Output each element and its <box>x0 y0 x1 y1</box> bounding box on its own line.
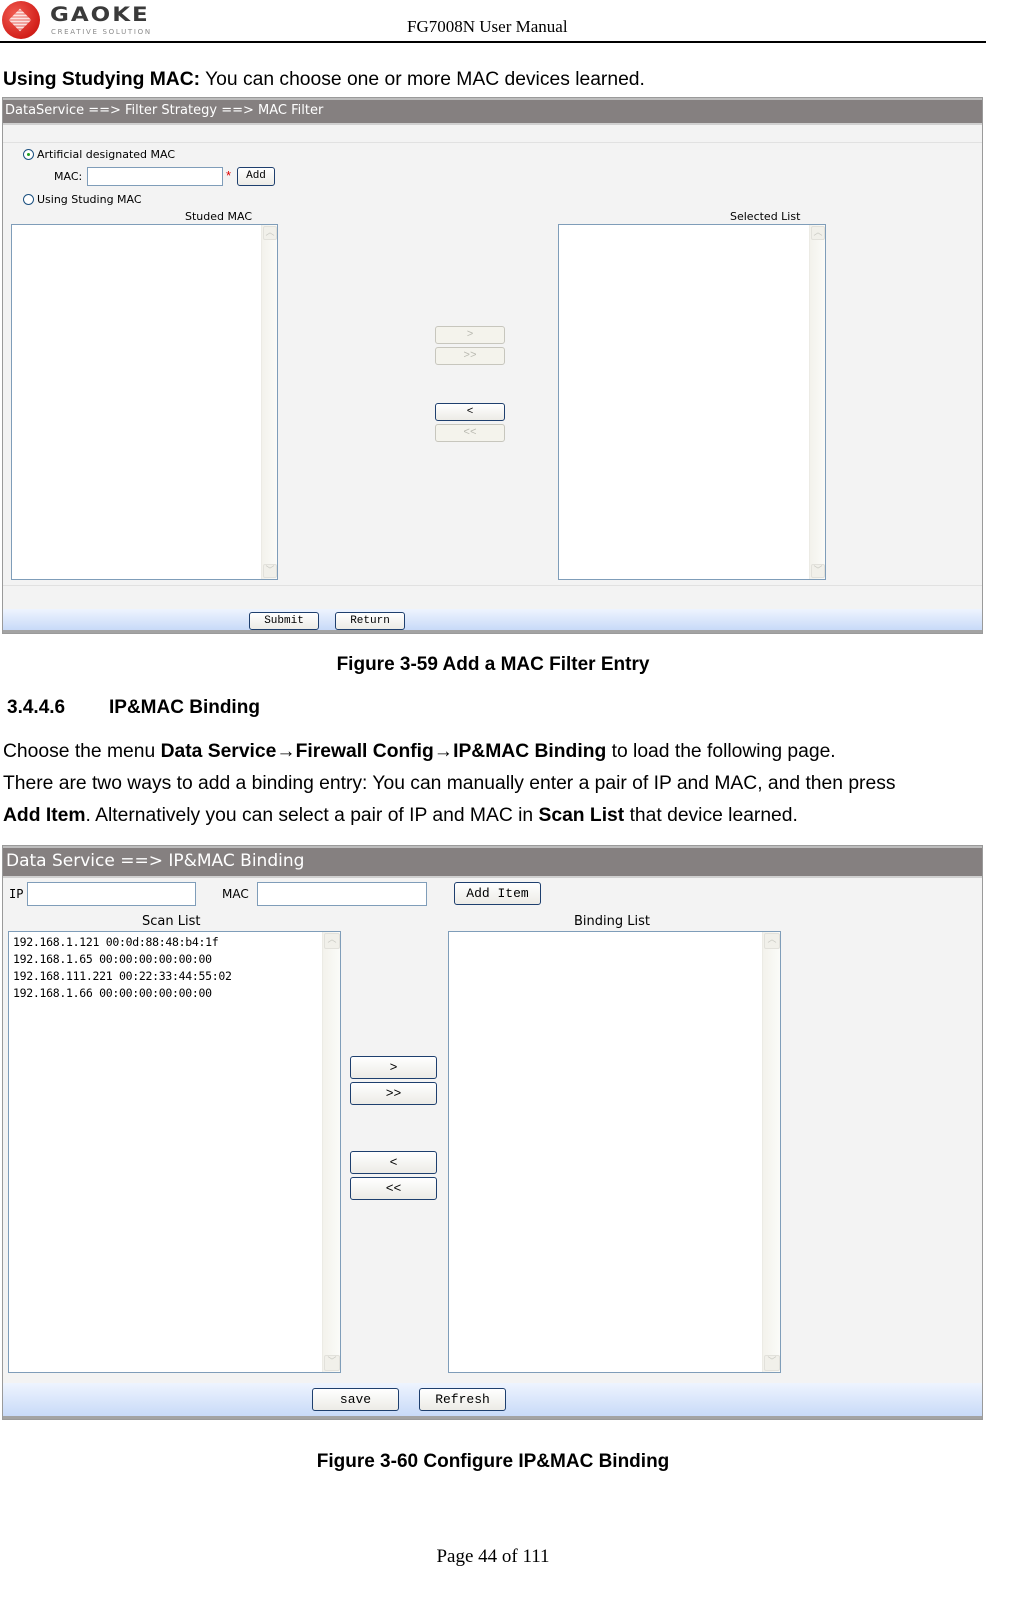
scrollbar[interactable]: ︿ ﹀ <box>762 932 780 1372</box>
page-number: Page 44 of 111 <box>436 1546 550 1567</box>
divider <box>3 585 982 586</box>
scrollbar[interactable]: ︿ ﹀ <box>809 225 825 579</box>
move-left-button[interactable]: < <box>350 1151 437 1174</box>
page-header: GAOKE CREATIVE SOLUTION FG7008N User Man… <box>0 0 986 43</box>
binding-list[interactable]: ︿ ﹀ <box>448 931 781 1373</box>
ip-mac-binding-screenshot: Data Service ==> IP&MAC Binding IP MAC A… <box>2 845 983 1420</box>
mac-label: MAC: <box>54 170 83 183</box>
studied-mac-list[interactable]: ︿ ﹀ <box>11 224 278 580</box>
move-right-button[interactable]: > <box>435 326 505 344</box>
move-all-left-button[interactable]: << <box>350 1177 437 1200</box>
divider <box>3 142 982 143</box>
radio-studied-mac[interactable] <box>23 194 34 205</box>
action-bar <box>3 609 982 633</box>
mac-input[interactable] <box>257 882 427 906</box>
required-marker: * <box>226 168 232 183</box>
section-heading: 3.4.4.6 IP&MAC Binding <box>7 697 260 719</box>
scan-list-item[interactable]: 192.168.1.121 00:0d:88:48:b4:1f <box>9 934 340 951</box>
section-number: 3.4.4.6 <box>7 697 66 718</box>
figure-3-59-caption: Figure 3-59 Add a MAC Filter Entry <box>336 654 650 675</box>
scan-list-rows: 192.168.1.121 00:0d:88:48:b4:1f 192.168.… <box>9 932 340 1002</box>
move-all-right-button[interactable]: >> <box>435 347 505 365</box>
company-logo: GAOKE CREATIVE SOLUTION <box>2 1 162 39</box>
scan-list-item[interactable]: 192.168.1.66 00:00:00:00:00:00 <box>9 985 340 1002</box>
intro-bold: Using Studying MAC: <box>3 69 201 90</box>
figure-3-60-caption: Figure 3-60 Configure IP&MAC Binding <box>316 1451 670 1472</box>
body-line-1: Choose the menu Data Service→Firewall Co… <box>3 741 836 762</box>
scrollbar[interactable]: ︿ ﹀ <box>322 932 340 1372</box>
scan-list-item[interactable]: 192.168.1.65 00:00:00:00:00:00 <box>9 951 340 968</box>
scrollbar[interactable]: ︿ ﹀ <box>261 225 277 579</box>
selected-list[interactable]: ︿ ﹀ <box>558 224 826 580</box>
body-line-2: There are two ways to add a binding entr… <box>3 773 896 794</box>
radio-artificial-mac-label: Artificial designated MAC <box>37 148 176 161</box>
add-mac-button[interactable]: Add <box>237 167 275 186</box>
scan-list-title: Scan List <box>142 914 201 929</box>
scan-list[interactable]: 192.168.1.121 00:0d:88:48:b4:1f 192.168.… <box>8 931 341 1373</box>
scroll-up-icon[interactable]: ︿ <box>811 226 825 240</box>
studied-mac-title: Studed MAC <box>185 210 252 223</box>
logo-mark-icon <box>2 1 40 39</box>
refresh-button[interactable]: Refresh <box>419 1388 506 1411</box>
radio-artificial-mac[interactable] <box>23 149 34 160</box>
logo-tagline: CREATIVE SOLUTION <box>51 28 152 36</box>
breadcrumb: DataService ==> Filter Strategy ==> MAC … <box>3 98 982 125</box>
mac-label: MAC <box>222 887 249 901</box>
section-title: IP&MAC Binding <box>109 697 260 718</box>
intro-paragraph: Using Studying MAC: You can choose one o… <box>3 69 645 91</box>
scroll-down-icon[interactable]: ﹀ <box>263 564 277 578</box>
mac-input[interactable] <box>87 167 223 186</box>
move-all-right-button[interactable]: >> <box>350 1082 437 1105</box>
scroll-up-icon[interactable]: ︿ <box>324 933 340 949</box>
move-right-button[interactable]: > <box>350 1056 437 1079</box>
ip-input[interactable] <box>27 882 196 906</box>
add-item-button[interactable]: Add Item <box>454 882 541 905</box>
scroll-down-icon[interactable]: ﹀ <box>811 564 825 578</box>
scroll-down-icon[interactable]: ﹀ <box>324 1355 340 1371</box>
move-left-button[interactable]: < <box>435 403 505 421</box>
scan-list-item[interactable]: 192.168.111.221 00:22:33:44:55:02 <box>9 968 340 985</box>
intro-text: You can choose one or more MAC devices l… <box>200 69 645 90</box>
move-all-left-button[interactable]: << <box>435 424 505 442</box>
submit-button[interactable]: Submit <box>249 612 319 630</box>
return-button[interactable]: Return <box>335 612 405 630</box>
body-line-3: Add Item. Alternatively you can select a… <box>3 805 798 826</box>
save-button[interactable]: save <box>312 1388 399 1411</box>
mac-filter-screenshot: DataService ==> Filter Strategy ==> MAC … <box>2 97 983 634</box>
breadcrumb: Data Service ==> IP&MAC Binding <box>3 846 982 878</box>
menu-path: Data Service→Firewall Config→IP&MAC Bind… <box>160 741 607 762</box>
selected-list-title: Selected List <box>730 210 801 223</box>
binding-list-title: Binding List <box>574 914 650 929</box>
ip-label: IP <box>9 887 24 901</box>
logo-wordmark: GAOKE <box>50 4 150 27</box>
scroll-up-icon[interactable]: ︿ <box>764 933 780 949</box>
scroll-up-icon[interactable]: ︿ <box>263 226 277 240</box>
scroll-down-icon[interactable]: ﹀ <box>764 1355 780 1371</box>
radio-studied-mac-label: Using Studing MAC <box>37 193 142 206</box>
